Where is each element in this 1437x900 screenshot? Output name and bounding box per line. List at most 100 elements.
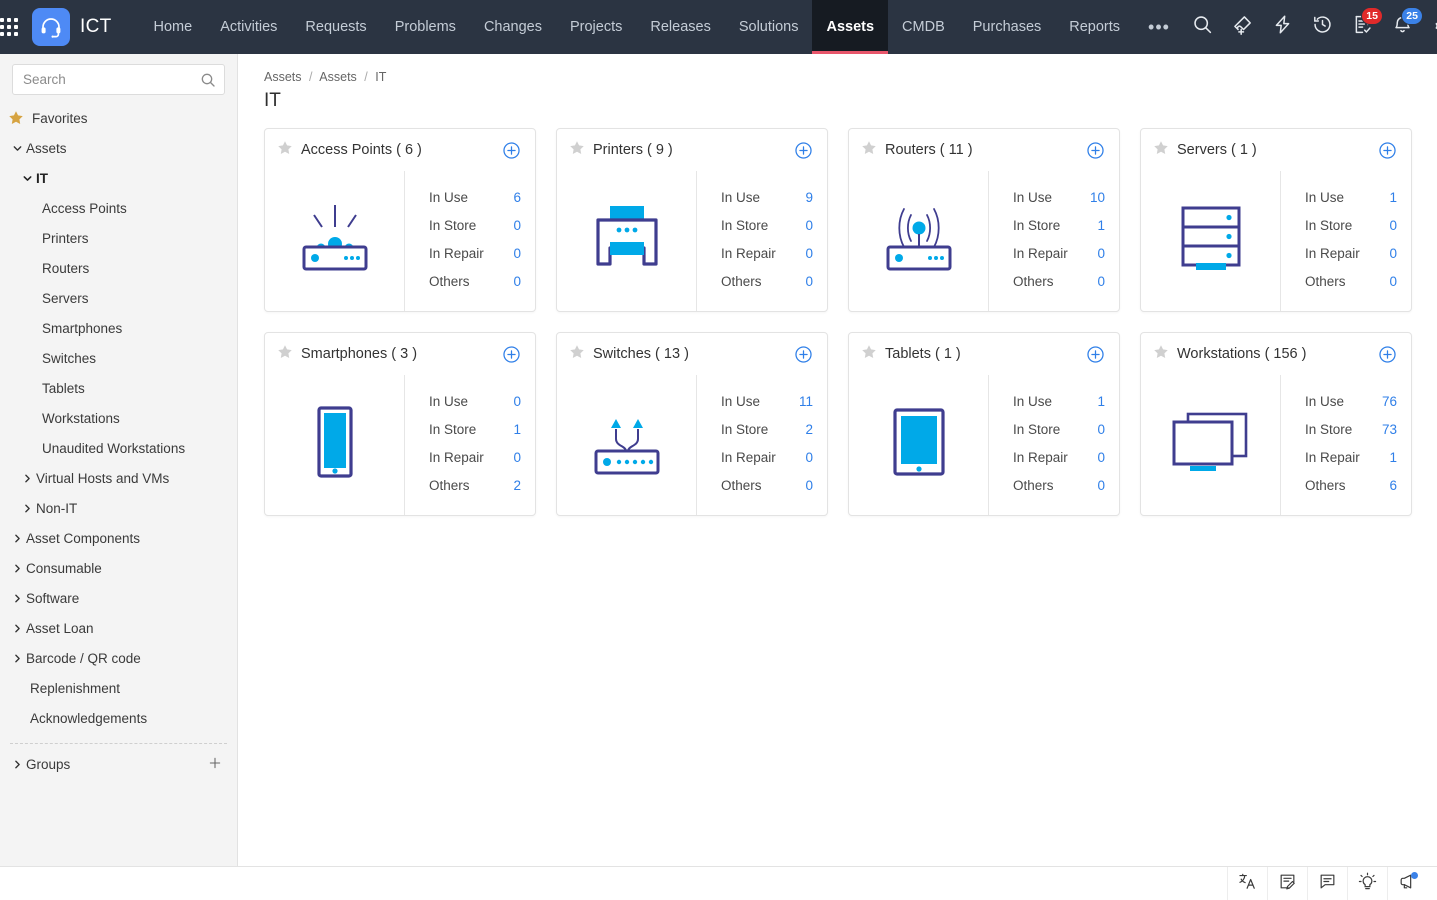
stat-value[interactable]: 1 xyxy=(1389,190,1397,205)
asset-card-servers[interactable]: Servers ( 1 ) In Use 1 In Store 0 In Rep… xyxy=(1140,128,1412,312)
sidebar-item-unaudited-workstations[interactable]: Unaudited Workstations xyxy=(0,433,237,463)
sidebar-item-switches[interactable]: Switches xyxy=(0,343,237,373)
stat-value[interactable]: 1 xyxy=(1389,450,1397,465)
breadcrumb-item-3[interactable]: IT xyxy=(375,70,386,84)
translate-button[interactable] xyxy=(1227,867,1267,900)
stat-value[interactable]: 0 xyxy=(513,450,521,465)
sidebar-item-software[interactable]: Software xyxy=(0,583,237,613)
stat-value[interactable]: 9 xyxy=(805,190,813,205)
nav-more-button[interactable]: ••• xyxy=(1134,18,1184,36)
add-asset-button[interactable] xyxy=(1086,345,1105,364)
sidebar-item-smartphones[interactable]: Smartphones xyxy=(0,313,237,343)
quick-actions-button[interactable] xyxy=(1264,8,1302,46)
stat-value[interactable]: 1 xyxy=(513,422,521,437)
add-asset-button[interactable] xyxy=(794,141,813,160)
add-asset-button[interactable] xyxy=(502,141,521,160)
sidebar-item-printers[interactable]: Printers xyxy=(0,223,237,253)
add-asset-button[interactable] xyxy=(502,345,521,364)
stat-value[interactable]: 0 xyxy=(513,274,521,289)
nav-link-cmdb[interactable]: CMDB xyxy=(888,0,959,54)
stat-value[interactable]: 0 xyxy=(513,394,521,409)
nav-link-changes[interactable]: Changes xyxy=(470,0,556,54)
stat-value[interactable]: 6 xyxy=(513,190,521,205)
nav-link-home[interactable]: Home xyxy=(140,0,207,54)
tips-button[interactable] xyxy=(1347,867,1387,900)
sidebar-item-servers[interactable]: Servers xyxy=(0,283,237,313)
stat-value[interactable]: 0 xyxy=(805,218,813,233)
stat-value[interactable]: 0 xyxy=(1389,274,1397,289)
history-button[interactable] xyxy=(1304,8,1342,46)
stat-value[interactable]: 0 xyxy=(1097,450,1105,465)
nav-link-problems[interactable]: Problems xyxy=(381,0,470,54)
favorite-star-icon[interactable] xyxy=(861,344,877,365)
sidebar-item-barcode-qr-code[interactable]: Barcode / QR code xyxy=(0,643,237,673)
asset-card-smartphones[interactable]: Smartphones ( 3 ) In Use 0 In Store 1 In… xyxy=(264,332,536,516)
add-asset-button[interactable] xyxy=(1378,141,1397,160)
stat-value[interactable]: 0 xyxy=(513,218,521,233)
nav-link-solutions[interactable]: Solutions xyxy=(725,0,813,54)
sidebar-item-groups[interactable]: Groups xyxy=(0,748,237,780)
apps-grid-button[interactable] xyxy=(0,0,18,54)
nav-link-releases[interactable]: Releases xyxy=(636,0,724,54)
stat-value[interactable]: 73 xyxy=(1382,422,1397,437)
sidebar-item-access-points[interactable]: Access Points xyxy=(0,193,237,223)
brand-logo-link[interactable]: ICT xyxy=(32,8,112,46)
favorite-star-icon[interactable] xyxy=(277,344,293,365)
sidebar-item-routers[interactable]: Routers xyxy=(0,253,237,283)
favorite-star-icon[interactable] xyxy=(277,140,293,161)
asset-card-printers[interactable]: Printers ( 9 ) In Use 9 In Store 0 In Re… xyxy=(556,128,828,312)
stat-value[interactable]: 0 xyxy=(1097,478,1105,493)
stat-value[interactable]: 0 xyxy=(513,246,521,261)
stat-value[interactable]: 0 xyxy=(1097,422,1105,437)
search-input[interactable] xyxy=(13,65,224,94)
stat-value[interactable]: 76 xyxy=(1382,394,1397,409)
stat-value[interactable]: 0 xyxy=(1097,274,1105,289)
asset-card-tablets[interactable]: Tablets ( 1 ) In Use 1 In Store 0 In Rep… xyxy=(848,332,1120,516)
settings-button[interactable] xyxy=(1424,8,1437,46)
edit-note-button[interactable] xyxy=(1267,867,1307,900)
nav-link-requests[interactable]: Requests xyxy=(291,0,380,54)
stat-value[interactable]: 11 xyxy=(799,394,813,409)
sidebar-item-it[interactable]: IT xyxy=(0,163,237,193)
nav-link-assets[interactable]: Assets xyxy=(812,0,889,54)
nav-link-activities[interactable]: Activities xyxy=(206,0,291,54)
asset-card-workstations[interactable]: Workstations ( 156 ) In Use 76 In Store … xyxy=(1140,332,1412,516)
sidebar-item-non-it[interactable]: Non-IT xyxy=(0,493,237,523)
stat-value[interactable]: 1 xyxy=(1097,218,1105,233)
stat-value[interactable]: 0 xyxy=(1389,218,1397,233)
sidebar-item-virtual-hosts-and-vms[interactable]: Virtual Hosts and VMs xyxy=(0,463,237,493)
nav-link-reports[interactable]: Reports xyxy=(1055,0,1134,54)
breadcrumb-item-1[interactable]: Assets xyxy=(264,70,302,84)
add-asset-button[interactable] xyxy=(1378,345,1397,364)
add-asset-button[interactable] xyxy=(1086,141,1105,160)
nav-link-purchases[interactable]: Purchases xyxy=(959,0,1056,54)
sidebar-item-asset-loan[interactable]: Asset Loan xyxy=(0,613,237,643)
sidebar-item-tablets[interactable]: Tablets xyxy=(0,373,237,403)
stat-value[interactable]: 6 xyxy=(1389,478,1397,493)
sidebar-item-consumable[interactable]: Consumable xyxy=(0,553,237,583)
stat-value[interactable]: 0 xyxy=(805,450,813,465)
announcements-button[interactable] xyxy=(1387,867,1427,900)
stat-value[interactable]: 0 xyxy=(805,246,813,261)
sidebar-item-favorites[interactable]: Favorites xyxy=(0,103,237,133)
sidebar-item-assets[interactable]: Assets xyxy=(0,133,237,163)
asset-card-access-points[interactable]: Access Points ( 6 ) In Use 6 In Store 0 … xyxy=(264,128,536,312)
asset-card-routers[interactable]: Routers ( 11 ) In Use 10 In Store 1 In R… xyxy=(848,128,1120,312)
stat-value[interactable]: 10 xyxy=(1090,190,1105,205)
favorite-star-icon[interactable] xyxy=(569,344,585,365)
stat-value[interactable]: 2 xyxy=(513,478,521,493)
add-group-button[interactable] xyxy=(207,755,223,774)
stat-value[interactable]: 1 xyxy=(1097,394,1105,409)
favorite-star-icon[interactable] xyxy=(1153,140,1169,161)
favorite-star-icon[interactable] xyxy=(1153,344,1169,365)
chat-button[interactable] xyxy=(1307,867,1347,900)
stat-value[interactable]: 0 xyxy=(1389,246,1397,261)
sidebar-search-box[interactable] xyxy=(12,64,225,95)
breadcrumb-item-2[interactable]: Assets xyxy=(319,70,357,84)
my-tasks-button[interactable]: 15 xyxy=(1344,7,1383,46)
favorite-star-icon[interactable] xyxy=(861,140,877,161)
add-ticket-button[interactable] xyxy=(1224,8,1262,46)
stat-value[interactable]: 2 xyxy=(805,422,813,437)
sidebar-item-acknowledgements[interactable]: Acknowledgements xyxy=(0,703,237,733)
stat-value[interactable]: 0 xyxy=(805,274,813,289)
